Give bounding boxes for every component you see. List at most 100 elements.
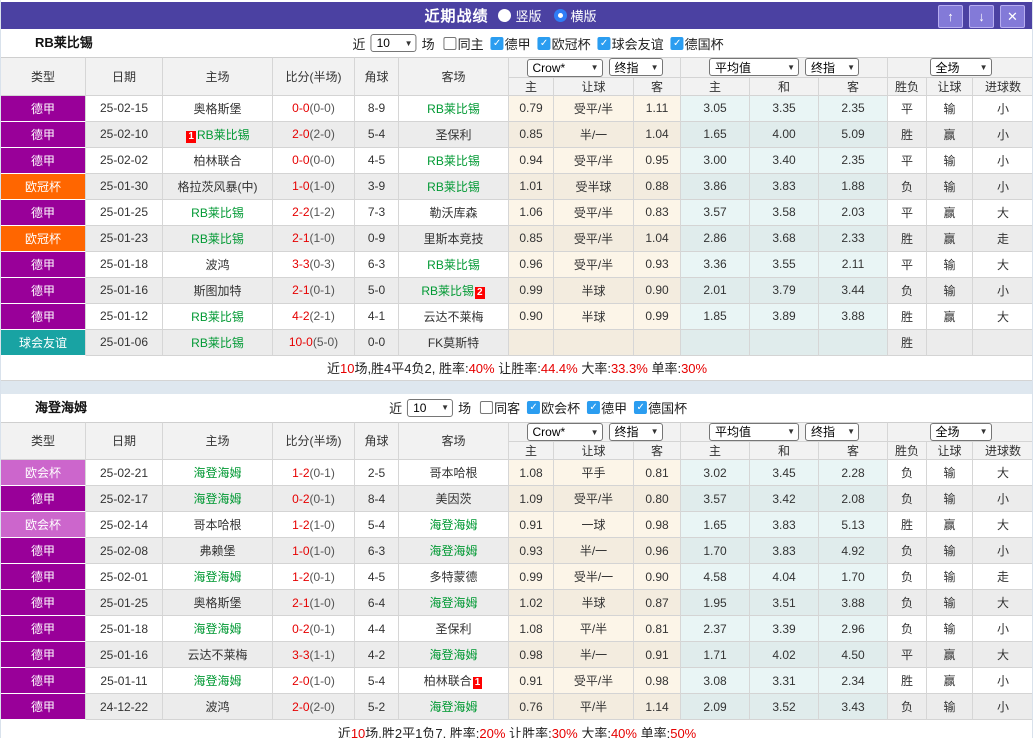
horizontal-view-radio[interactable] — [554, 9, 567, 22]
fulltime-score: 2-1 — [292, 231, 309, 245]
team-label: 海登海姆 — [429, 596, 477, 610]
league-cell: 德甲 — [1, 200, 86, 226]
same-venue-checkbox[interactable] — [444, 37, 457, 50]
fulltime-score: 3-3 — [292, 257, 309, 271]
league-checkbox[interactable]: ✓ — [671, 37, 684, 50]
summary-segment: 场,胜4平4负2, 胜率: — [354, 361, 468, 376]
league-checkbox[interactable]: ✓ — [598, 37, 611, 50]
odds-home-cell: 0.85 — [509, 226, 554, 252]
titlebar: 近期战绩 竖版 横版 ↑ ↓ ✕ — [1, 2, 1032, 29]
scope-select[interactable]: 全场▼ — [930, 423, 992, 441]
move-up-button[interactable]: ↑ — [938, 5, 963, 28]
score-cell: 3-3(0-3) — [273, 252, 355, 278]
column-subheader: 客 — [634, 78, 681, 96]
away-team-cell: RB莱比锡2 — [399, 278, 509, 304]
avg-home-cell: 3.36 — [681, 252, 750, 278]
league-cell: 球会友谊 — [1, 330, 86, 356]
league-checkbox[interactable]: ✓ — [587, 401, 600, 414]
odds-handicap-cell: 受平/半 — [554, 148, 634, 174]
team-label: 柏林联合 — [424, 674, 472, 688]
vertical-view-radio[interactable] — [498, 9, 511, 22]
halftime-score: (1-0) — [310, 544, 335, 558]
score-cell: 1-2(1-0) — [273, 512, 355, 538]
league-cell: 德甲 — [1, 642, 86, 668]
home-team-cell: RB莱比锡 — [163, 200, 273, 226]
column-header: 比分(半场) — [273, 422, 355, 461]
league-cell: 德甲 — [1, 564, 86, 590]
average-source-select[interactable]: 平均值▼ — [709, 58, 799, 76]
avg-away-cell: 2.33 — [819, 226, 888, 252]
result-handicap-cell: 输 — [927, 278, 973, 304]
match-count-select[interactable]: 10▼ — [371, 34, 417, 52]
games-label: 场 — [458, 398, 471, 417]
result-goals-cell: 小 — [973, 538, 1033, 564]
results-table: 类型日期主场比分(半场)角球客场Crow*▼终指▼平均值▼终指▼全场▼主让球客主… — [1, 422, 1033, 738]
fulltime-score: 3-3 — [292, 648, 309, 662]
close-icon: ✕ — [1007, 9, 1018, 25]
odds-away-cell: 0.83 — [634, 200, 681, 226]
team-label: 海登海姆 — [193, 674, 241, 688]
date-cell: 25-01-06 — [86, 330, 163, 356]
table-row: 德甲25-01-25奥格斯堡2-1(1-0)6-4海登海姆1.02半球0.871… — [1, 590, 1033, 616]
odds-type-select[interactable]: 终指▼ — [609, 423, 663, 441]
league-cell: 欧冠杯 — [1, 226, 86, 252]
halftime-score: (2-1) — [310, 309, 335, 323]
column-subheader: 客 — [819, 442, 888, 460]
away-team-cell: 勒沃库森 — [399, 200, 509, 226]
average-source-select[interactable]: 平均值▼ — [709, 423, 799, 441]
league-checkbox[interactable]: ✓ — [527, 401, 540, 414]
same-venue-checkbox[interactable] — [480, 401, 493, 414]
euro-type-select[interactable]: 终指▼ — [805, 423, 859, 441]
result-goals-cell: 大 — [973, 512, 1033, 538]
odds-type-select[interactable]: 终指▼ — [609, 58, 663, 76]
league-cell: 德甲 — [1, 590, 86, 616]
team-label: 云达不莱梅 — [423, 310, 483, 324]
match-count-select[interactable]: 10▼ — [407, 399, 453, 417]
team-label: 波鸿 — [205, 258, 229, 272]
fulltime-score: 0-2 — [292, 622, 309, 636]
close-button[interactable]: ✕ — [1000, 5, 1025, 28]
avg-away-cell: 3.43 — [819, 694, 888, 720]
league-checkbox[interactable]: ✓ — [538, 37, 551, 50]
odds-home-cell — [509, 330, 554, 356]
league-checkbox[interactable]: ✓ — [634, 401, 647, 414]
score-cell: 2-0(1-0) — [273, 668, 355, 694]
halftime-score: (0-1) — [310, 283, 335, 297]
rank-badge: 2 — [475, 287, 485, 299]
result-handicap-cell: 输 — [927, 460, 973, 486]
home-team-cell: 柏林联合 — [163, 148, 273, 174]
home-team-cell: RB莱比锡 — [163, 226, 273, 252]
avg-home-cell: 3.08 — [681, 668, 750, 694]
result-goals-cell: 小 — [973, 96, 1033, 122]
table-row: 德甲25-02-08弗赖堡1-0(1-0)6-3海登海姆0.93半/一0.961… — [1, 538, 1033, 564]
chevron-down-icon: ▼ — [847, 63, 855, 72]
euro-type-select[interactable]: 终指▼ — [805, 58, 859, 76]
avg-draw-cell: 3.83 — [750, 538, 819, 564]
avg-draw-cell: 3.79 — [750, 278, 819, 304]
odds-handicap-cell: 受平/半 — [554, 226, 634, 252]
summary-cell: 近10场,胜2平1负7, 胜率:20% 让胜率:30% 大率:40% 单率:50… — [1, 720, 1033, 738]
league-checkbox[interactable]: ✓ — [491, 37, 504, 50]
bookmaker-select-value: Crow* — [533, 61, 566, 75]
scope-select[interactable]: 全场▼ — [930, 58, 992, 76]
home-team-cell: 波鸿 — [163, 252, 273, 278]
halftime-score: (0-1) — [310, 466, 335, 480]
result-goals-cell: 大 — [973, 460, 1033, 486]
avg-draw-cell — [750, 330, 819, 356]
odds-handicap-cell: 受平/半 — [554, 96, 634, 122]
bookmaker-select[interactable]: Crow*▼ — [527, 59, 603, 77]
avg-draw-cell: 3.40 — [750, 148, 819, 174]
column-header: 客场 — [399, 57, 509, 96]
move-down-button[interactable]: ↓ — [969, 5, 994, 28]
team-label: 海登海姆 — [429, 700, 477, 714]
bookmaker-select[interactable]: Crow*▼ — [527, 423, 603, 441]
team-label: 柏林联合 — [193, 154, 241, 168]
table-row: 德甲25-01-16斯图加特2-1(0-1)5-0RB莱比锡20.99半球0.9… — [1, 278, 1033, 304]
avg-home-cell: 2.86 — [681, 226, 750, 252]
result-goals-cell: 走 — [973, 226, 1033, 252]
score-cell: 2-1(0-1) — [273, 278, 355, 304]
summary-segment: 40% — [469, 361, 495, 376]
league-cell: 欧会杯 — [1, 512, 86, 538]
odds-handicap-cell: 受平/半 — [554, 200, 634, 226]
avg-away-cell: 2.08 — [819, 486, 888, 512]
